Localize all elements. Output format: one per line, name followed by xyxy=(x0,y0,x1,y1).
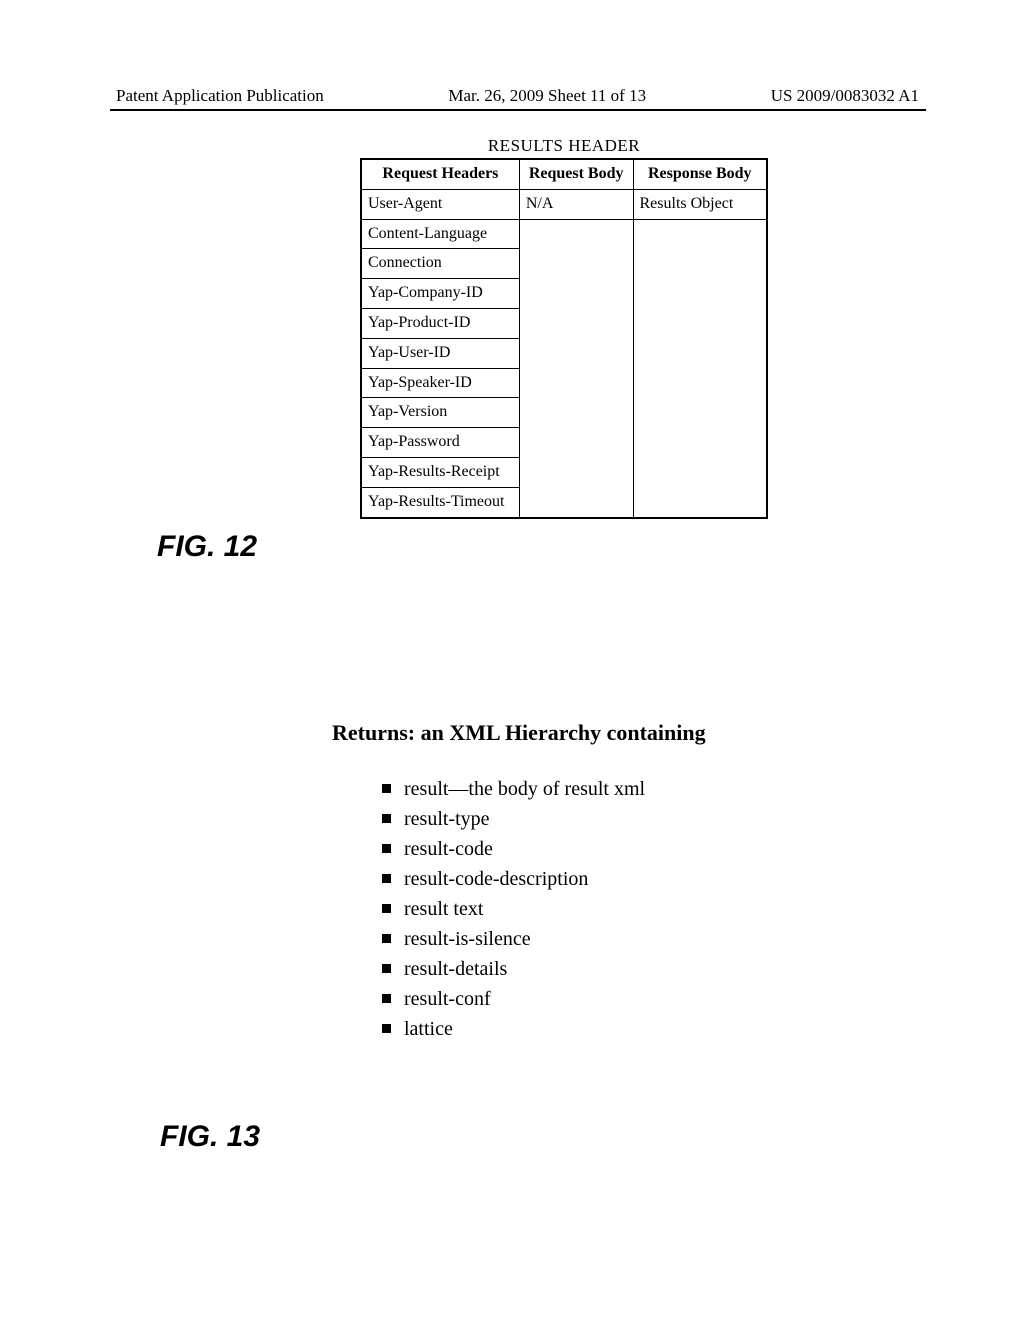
cell-request-header: Yap-Results-Receipt xyxy=(361,457,519,487)
header-date-sheet: Mar. 26, 2009 Sheet 11 of 13 xyxy=(448,86,646,106)
cell-response-body xyxy=(633,338,767,368)
cell-request-header: Yap-Results-Timeout xyxy=(361,487,519,517)
cell-request-body xyxy=(519,279,633,309)
list-item: result-code xyxy=(382,836,792,863)
cell-request-body xyxy=(519,308,633,338)
table-row: Yap-Results-Timeout xyxy=(361,487,767,517)
table-row: Yap-Password xyxy=(361,428,767,458)
results-header-title: RESULTS HEADER xyxy=(360,136,768,156)
cell-response-body: Results Object xyxy=(633,189,767,219)
cell-request-header: Yap-Speaker-ID xyxy=(361,368,519,398)
cell-request-body xyxy=(519,457,633,487)
cell-response-body xyxy=(633,368,767,398)
list-item: result text xyxy=(382,896,792,923)
table-row: Yap-User-ID xyxy=(361,338,767,368)
cell-request-header: Yap-Password xyxy=(361,428,519,458)
table-row: Connection xyxy=(361,249,767,279)
cell-request-body xyxy=(519,219,633,249)
cell-response-body xyxy=(633,398,767,428)
results-table-body: User-AgentN/AResults ObjectContent-Langu… xyxy=(361,189,767,517)
figure-12-label: FIG. 12 xyxy=(157,530,257,564)
list-item: result—the body of result xml xyxy=(382,776,792,803)
cell-request-header: User-Agent xyxy=(361,189,519,219)
results-header-table: Request Headers Request Body Response Bo… xyxy=(360,158,768,519)
col-request-headers: Request Headers xyxy=(361,159,519,189)
cell-request-header: Content-Language xyxy=(361,219,519,249)
patent-page: Patent Application Publication Mar. 26, … xyxy=(0,0,1024,1320)
header-pub-number: US 2009/0083032 A1 xyxy=(771,86,919,106)
cell-response-body xyxy=(633,279,767,309)
returns-title: Returns: an XML Hierarchy containing xyxy=(332,720,792,746)
cell-request-body xyxy=(519,368,633,398)
figure-12-table-block: RESULTS HEADER Request Headers Request B… xyxy=(360,136,768,519)
table-header-row: Request Headers Request Body Response Bo… xyxy=(361,159,767,189)
cell-request-body xyxy=(519,398,633,428)
cell-response-body xyxy=(633,428,767,458)
table-row: Yap-Company-ID xyxy=(361,279,767,309)
cell-request-header: Yap-Version xyxy=(361,398,519,428)
cell-request-header: Yap-Company-ID xyxy=(361,279,519,309)
cell-request-body xyxy=(519,487,633,517)
list-item: result-conf xyxy=(382,986,792,1013)
returns-list: result—the body of result xml result-type… xyxy=(332,776,792,1043)
cell-response-body xyxy=(633,457,767,487)
cell-request-header: Yap-Product-ID xyxy=(361,308,519,338)
list-item: lattice xyxy=(382,1016,792,1043)
list-item: result-details xyxy=(382,956,792,983)
cell-request-body xyxy=(519,428,633,458)
list-item: result-is-silence xyxy=(382,926,792,953)
cell-response-body xyxy=(633,308,767,338)
header-publication: Patent Application Publication xyxy=(116,86,324,106)
table-row: Yap-Speaker-ID xyxy=(361,368,767,398)
cell-request-body xyxy=(519,338,633,368)
cell-request-header: Connection xyxy=(361,249,519,279)
table-row: Yap-Results-Receipt xyxy=(361,457,767,487)
table-row: Yap-Product-ID xyxy=(361,308,767,338)
col-response-body: Response Body xyxy=(633,159,767,189)
cell-response-body xyxy=(633,487,767,517)
cell-response-body xyxy=(633,219,767,249)
table-row: Content-Language xyxy=(361,219,767,249)
table-row: User-AgentN/AResults Object xyxy=(361,189,767,219)
table-row: Yap-Version xyxy=(361,398,767,428)
header-divider xyxy=(110,109,926,111)
col-request-body: Request Body xyxy=(519,159,633,189)
figure-13-label: FIG. 13 xyxy=(160,1120,260,1154)
cell-response-body xyxy=(633,249,767,279)
cell-request-header: Yap-User-ID xyxy=(361,338,519,368)
list-item: result-code-description xyxy=(382,866,792,893)
cell-request-body: N/A xyxy=(519,189,633,219)
figure-13-returns-block: Returns: an XML Hierarchy containing res… xyxy=(332,720,792,1046)
list-item: result-type xyxy=(382,806,792,833)
page-header: Patent Application Publication Mar. 26, … xyxy=(116,86,919,106)
cell-request-body xyxy=(519,249,633,279)
